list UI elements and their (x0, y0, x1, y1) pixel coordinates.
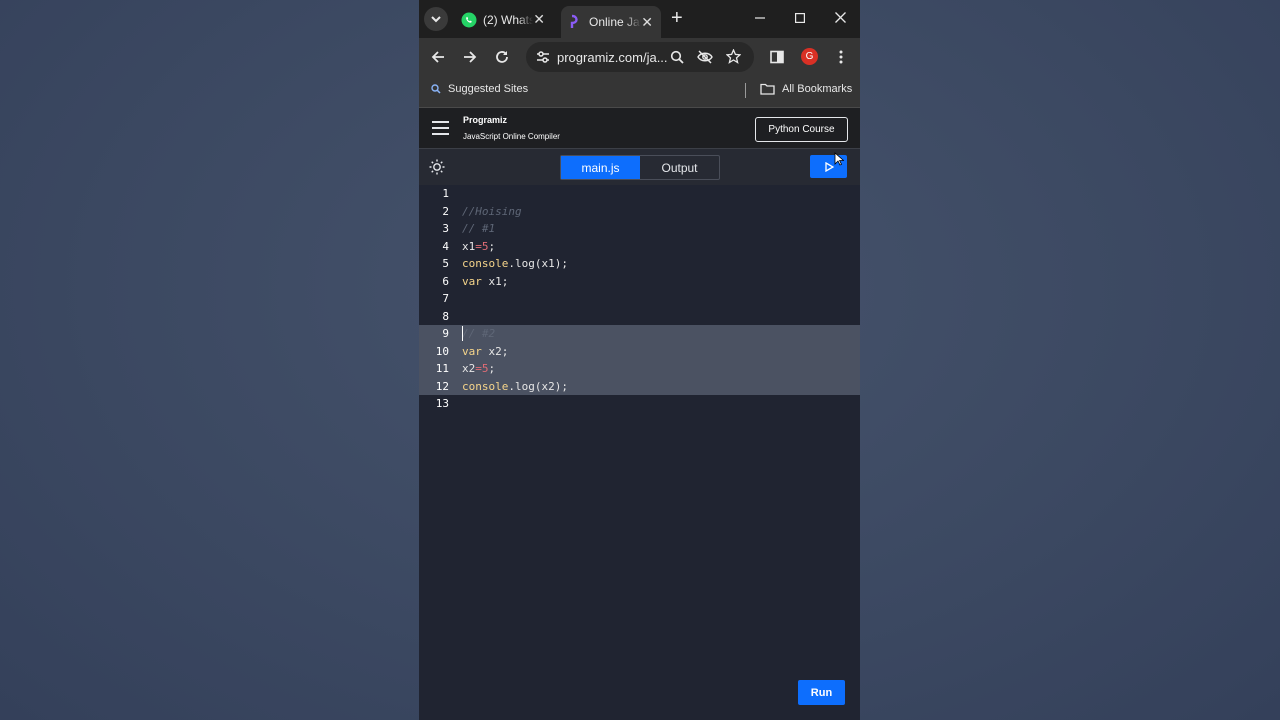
bookmarks-divider (745, 83, 746, 98)
chevron-down-icon (431, 16, 441, 23)
hamburger-menu-icon[interactable] (432, 121, 449, 139)
address-bar[interactable]: programiz.com/ja... (526, 42, 754, 72)
menu-button[interactable] (831, 47, 851, 67)
forward-arrow-icon (464, 51, 477, 63)
maximize-button[interactable] (790, 8, 810, 28)
code-line: 6 var x1; (419, 273, 860, 291)
code-editor[interactable]: 1 2 //Hoising 3 // #1 4 x1=5; 5 console.… (419, 185, 860, 720)
tab-title: (2) WhatsApp (483, 12, 534, 27)
line-number: 11 (435, 362, 449, 375)
zoom-icon[interactable] (670, 50, 684, 64)
code-line: 2 //Hoising (419, 203, 860, 221)
close-icon[interactable]: ✕ (533, 11, 545, 28)
close-icon[interactable]: ✕ (641, 14, 653, 31)
search-icon (431, 84, 441, 94)
line-number: 4 (442, 239, 449, 253)
line-number: 6 (442, 274, 449, 288)
browser-window: (2) WhatsApp ✕ Online JavaScript Compile… (419, 0, 860, 720)
compiler-subtitle: JavaScript Online Compiler (463, 132, 560, 141)
line-number: 7 (442, 292, 449, 305)
line-number: 8 (442, 309, 449, 323)
reload-button[interactable] (492, 47, 512, 67)
programiz-logo[interactable]: Programiz (463, 115, 507, 125)
back-arrow-icon (431, 51, 444, 63)
tab-strip: (2) WhatsApp ✕ Online JavaScript Compile… (419, 0, 860, 38)
text-caret (462, 326, 463, 341)
editor-toolbar: main.js Output (419, 149, 860, 185)
code-line-selected: 12 console.log(x2); (419, 377, 860, 395)
reload-icon (496, 51, 508, 63)
code-text: //Hoising (462, 204, 522, 218)
minimize-icon (755, 17, 765, 19)
side-panel-icon (770, 50, 784, 64)
bookmark-label: All Bookmarks (782, 83, 853, 95)
code-text: // #1 (462, 222, 496, 235)
line-number: 12 (435, 379, 449, 393)
code-line: 4 x1=5; (419, 238, 860, 256)
code-line: 13 (419, 395, 860, 413)
more-vertical-icon (839, 50, 843, 64)
tab-compiler[interactable]: Online JavaScript Compiler ✕ (561, 6, 661, 38)
python-course-button[interactable]: Python Course (755, 117, 848, 142)
back-button[interactable] (428, 47, 448, 67)
code-text: var x2; (462, 344, 509, 358)
line-number: 3 (442, 222, 449, 235)
line-number: 1 (442, 187, 449, 200)
code-line: 7 (419, 290, 860, 308)
code-text: var x1; (462, 274, 509, 288)
line-number: 5 (442, 257, 449, 270)
code-text: x1=5; (462, 239, 496, 253)
code-text: console.log(x1); (462, 257, 568, 270)
bookmark-label: Suggested Sites (448, 83, 529, 95)
editor-tabs: main.js Output (560, 155, 720, 180)
star-icon[interactable] (726, 49, 741, 64)
new-tab-button[interactable]: + (671, 8, 683, 28)
line-number: 13 (435, 397, 449, 410)
code-text: x2=5; (462, 362, 496, 375)
profile-avatar[interactable]: G (801, 48, 818, 65)
forward-button[interactable] (460, 47, 480, 67)
line-number: 10 (435, 344, 449, 358)
bookmark-suggested-sites[interactable]: Suggested Sites (431, 83, 528, 95)
code-line: 5 console.log(x1); (419, 255, 860, 273)
code-line-selected: 10 var x2; (419, 342, 860, 360)
line-number: 9 (442, 327, 449, 340)
minimize-button[interactable] (750, 8, 770, 28)
run-button[interactable]: Run (798, 680, 845, 705)
navigation-bar: programiz.com/ja... G (419, 38, 860, 76)
code-line-selected: 9 // #2 (419, 325, 860, 343)
line-number: 2 (442, 204, 449, 218)
code-text: // #2 (462, 327, 496, 340)
site-header: Programiz JavaScript Online Compiler Pyt… (419, 108, 860, 149)
tab-whatsapp[interactable]: (2) WhatsApp ✕ (455, 5, 553, 34)
eye-slash-icon[interactable] (697, 50, 713, 64)
code-line: 3 // #1 (419, 220, 860, 238)
close-icon (834, 12, 846, 23)
whatsapp-icon (461, 12, 477, 27)
play-icon (824, 161, 834, 172)
tab-main-js[interactable]: main.js (561, 156, 640, 179)
mouse-cursor-icon (834, 152, 844, 166)
code-text: console.log(x2); (462, 379, 568, 393)
sun-icon[interactable] (429, 159, 445, 175)
code-line: 8 (419, 308, 860, 326)
tab-search-button[interactable] (424, 7, 448, 31)
code-line: 1 (419, 185, 860, 203)
all-bookmarks-button[interactable]: All Bookmarks (760, 83, 852, 95)
site-settings-icon (537, 51, 549, 63)
bookmarks-bar: Suggested Sites All Bookmarks (419, 76, 860, 108)
maximize-icon (795, 13, 806, 24)
side-panel-button[interactable] (767, 47, 787, 67)
folder-icon (760, 83, 775, 95)
url-text: programiz.com/ja... (557, 50, 668, 65)
code-line-selected: 11 x2=5; (419, 360, 860, 378)
tab-output[interactable]: Output (640, 156, 719, 179)
window-close-button[interactable] (830, 8, 850, 28)
programiz-icon (570, 14, 578, 28)
tab-title: Online JavaScript Compiler (589, 15, 641, 29)
